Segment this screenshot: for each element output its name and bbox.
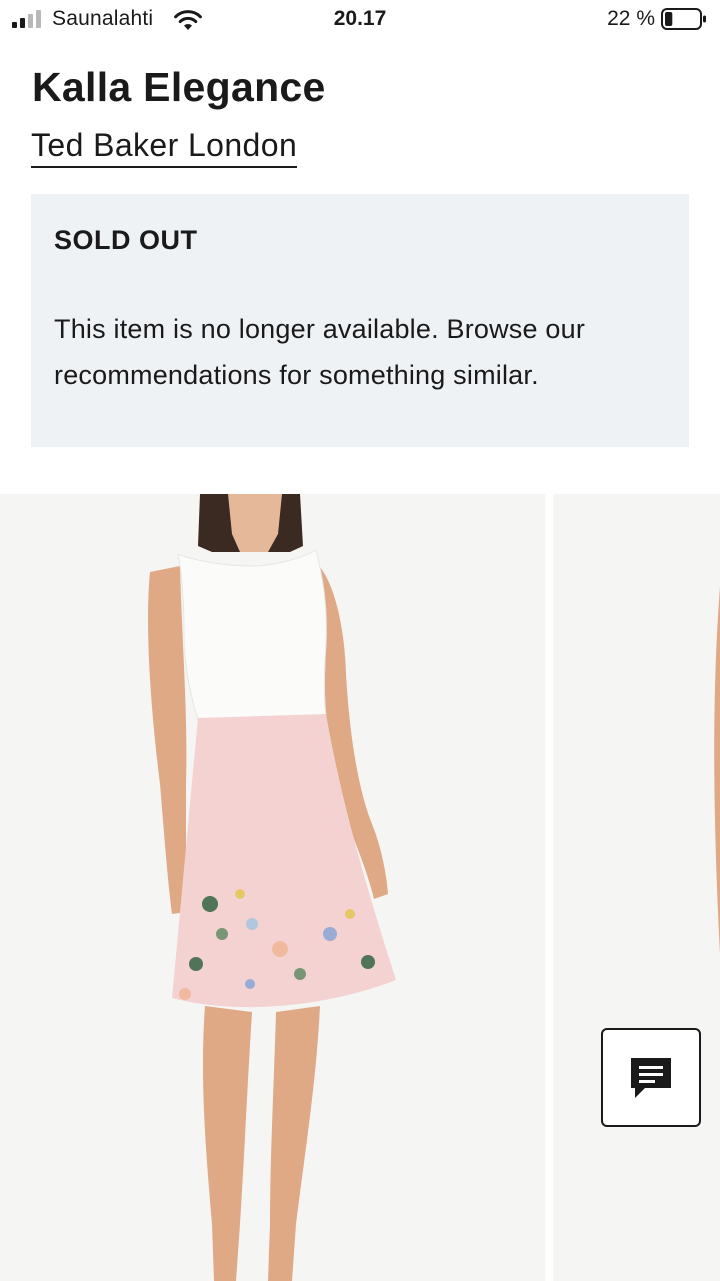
product-image-carousel[interactable] (0, 494, 720, 1281)
product-image[interactable] (0, 494, 545, 1281)
sold-out-title: SOLD OUT (54, 225, 198, 255)
brand-link[interactable]: Ted Baker London (31, 127, 298, 168)
chat-button[interactable] (601, 1028, 701, 1127)
sold-out-message: This item is no longer available. Browse… (54, 314, 586, 390)
battery-icon (661, 8, 706, 30)
chat-icon (631, 1057, 671, 1098)
next-product-image[interactable] (553, 494, 720, 1281)
battery-percent: 22 % (607, 7, 655, 30)
dress-model-illustration (148, 494, 396, 1281)
status-bar: Saunalahti 20.17 22 % (0, 0, 720, 40)
next-image-preview (714, 586, 720, 955)
product-title: Kalla Elegance (32, 64, 326, 110)
sold-out-notice: SOLD OUT This item is no longer availabl… (31, 194, 689, 447)
